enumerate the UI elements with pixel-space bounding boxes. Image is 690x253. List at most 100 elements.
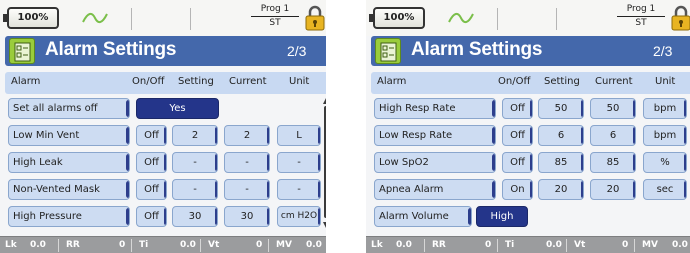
resp-rate-value: 0	[119, 240, 126, 250]
header-onoff: On/Off	[498, 76, 531, 87]
lock-icon[interactable]	[305, 5, 325, 31]
monitoring-status-bar: Lk 0.0 RR 0 Ti 0.0 Vt 0 MV 0.0	[0, 236, 326, 253]
leak-value: 0.0	[396, 240, 412, 250]
list-item: Alarm Volume High	[366, 203, 690, 230]
vt-value: 0	[622, 240, 629, 250]
resp-rate-value: 0	[485, 240, 492, 250]
list-item: Low Resp Rate Off 6 6 bpm	[366, 122, 690, 149]
page-title: Alarm Settings	[411, 39, 543, 60]
alarm-label-non-vented-mask[interactable]: Non-Vented Mask	[8, 179, 130, 200]
program-name: Prog 1	[251, 3, 299, 17]
setting-button[interactable]: 30	[172, 206, 218, 227]
table-header: Alarm On/Off Setting Current Unit	[5, 72, 326, 94]
alarm-label-low-min-vent[interactable]: Low Min Vent	[8, 125, 130, 146]
current-value: 2	[224, 125, 270, 146]
alarm-settings-icon	[375, 38, 401, 64]
unit-value: L	[277, 125, 321, 146]
setting-button[interactable]: 85	[538, 152, 584, 173]
scrollbar[interactable]	[323, 98, 326, 228]
list-item: High Resp Rate Off 50 50 bpm	[366, 95, 690, 122]
onoff-button[interactable]: Off	[136, 206, 167, 227]
current-value: -	[224, 179, 270, 200]
onoff-button[interactable]: On	[502, 179, 533, 200]
setting-button[interactable]: -	[172, 179, 218, 200]
alarm-label-high-resp-rate[interactable]: High Resp Rate	[374, 98, 496, 119]
unit-value: -	[277, 179, 321, 200]
alarm-volume-value-button[interactable]: High	[476, 206, 528, 227]
waveform-icon	[82, 12, 108, 24]
alarm-label-low-resp-rate[interactable]: Low Resp Rate	[374, 125, 496, 146]
setting-button[interactable]: 50	[538, 98, 584, 119]
divider	[497, 239, 498, 252]
current-value: 30	[224, 206, 270, 227]
leak-label: Lk	[371, 240, 383, 250]
page-title: Alarm Settings	[45, 39, 177, 60]
alarm-label-apnea-alarm[interactable]: Apnea Alarm	[374, 179, 496, 200]
list-item: Low SpO2 Off 85 85 %	[366, 149, 690, 176]
setting-button[interactable]: -	[172, 152, 218, 173]
set-all-alarms-off-button[interactable]: Set all alarms off	[8, 98, 130, 119]
alarm-label-low-spo2[interactable]: Low SpO2	[374, 152, 496, 173]
ti-value: 0.0	[546, 240, 562, 250]
scroll-up-arrow-icon[interactable]	[323, 98, 326, 104]
divider	[200, 239, 201, 252]
set-all-value-button[interactable]: Yes	[136, 98, 219, 119]
ti-label: Ti	[505, 240, 515, 250]
onoff-button[interactable]: Off	[502, 98, 533, 119]
current-value: -	[224, 152, 270, 173]
setting-button[interactable]: 6	[538, 125, 584, 146]
onoff-button[interactable]: Off	[136, 125, 167, 146]
current-value: 85	[590, 152, 636, 173]
header-current: Current	[595, 76, 633, 87]
scroll-down-arrow-icon[interactable]	[323, 222, 326, 228]
program-mode: ST	[635, 18, 647, 28]
lock-icon[interactable]	[671, 5, 690, 31]
title-bar: Alarm Settings 2/3	[371, 36, 690, 66]
title-bar: Alarm Settings 2/3	[5, 36, 326, 66]
header-unit: Unit	[289, 76, 310, 87]
header-setting: Setting	[178, 76, 214, 87]
program-indicator: Prog 1 ST	[617, 3, 665, 33]
alarm-volume-button[interactable]: Alarm Volume	[374, 206, 472, 227]
unit-value: sec	[643, 179, 687, 200]
alarm-label-high-pressure[interactable]: High Pressure	[8, 206, 130, 227]
current-value: 6	[590, 125, 636, 146]
onoff-button[interactable]: Off	[502, 152, 533, 173]
battery-icon: 100%	[369, 7, 425, 29]
list-item: Low Min Vent Off 2 2 L	[0, 122, 326, 149]
mv-label: MV	[642, 240, 658, 250]
header-setting: Setting	[544, 76, 580, 87]
page-indicator: 2/3	[287, 43, 307, 59]
header-alarm: Alarm	[377, 76, 407, 87]
setting-button[interactable]: 20	[538, 179, 584, 200]
scroll-thumb[interactable]	[324, 106, 326, 218]
program-name: Prog 1	[617, 3, 665, 17]
header-alarm: Alarm	[11, 76, 41, 87]
divider	[131, 239, 132, 252]
program-mode: ST	[269, 18, 281, 28]
divider	[424, 239, 425, 252]
divider	[190, 8, 191, 30]
table-header: Alarm On/Off Setting Current Unit	[371, 72, 690, 94]
setting-button[interactable]: 2	[172, 125, 218, 146]
onoff-button[interactable]: Off	[136, 152, 167, 173]
divider	[268, 239, 269, 252]
divider	[497, 8, 498, 30]
list-item: High Leak Off - - -	[0, 149, 326, 176]
list-item: Apnea Alarm On 20 20 sec	[366, 176, 690, 203]
mv-value: 0.0	[672, 240, 688, 250]
alarm-settings-screen-left: 100% Prog 1 ST Alarm Settings 2/3 Alarm …	[0, 0, 326, 253]
mv-label: MV	[276, 240, 292, 250]
divider	[58, 239, 59, 252]
list-item: High Pressure Off 30 30 cm H2O	[0, 203, 326, 230]
alarm-label-high-leak[interactable]: High Leak	[8, 152, 130, 173]
vt-value: 0	[256, 240, 263, 250]
onoff-button[interactable]: Off	[502, 125, 533, 146]
header-onoff: On/Off	[132, 76, 165, 87]
onoff-button[interactable]: Off	[136, 179, 167, 200]
alarm-settings-icon	[9, 38, 35, 64]
divider	[131, 8, 132, 30]
unit-value: bpm	[643, 125, 687, 146]
header-current: Current	[229, 76, 267, 87]
top-status-bar: 100% Prog 1 ST	[0, 0, 326, 36]
